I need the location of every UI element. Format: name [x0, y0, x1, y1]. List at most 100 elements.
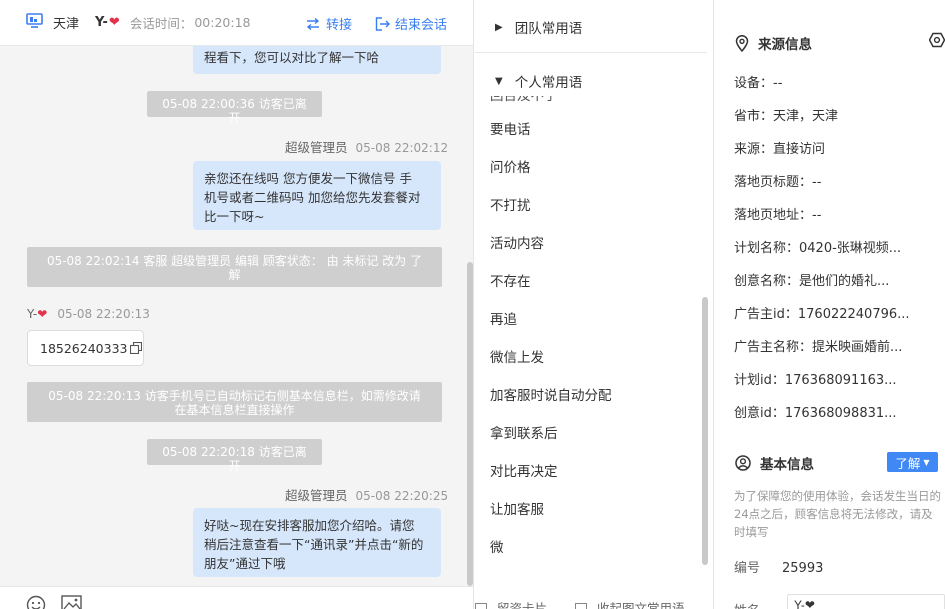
serial-number-row: 编号 25993	[734, 557, 823, 576]
message-text: 程看下，您可以对比了解一下哈	[204, 50, 380, 65]
phrase-item[interactable]: 拿到联系后	[490, 422, 558, 442]
info-row-region: 省市：天津，天津	[734, 105, 838, 124]
field-label: 来源：	[734, 142, 774, 157]
message-text-line: 朋友”通过下哦	[204, 556, 286, 571]
session-time-label: 会话时间：	[129, 16, 193, 31]
notice-line: 解	[228, 268, 241, 282]
field-value: 0420-张琳视频...	[799, 241, 902, 256]
message-meta: Y-❤ 05-08 22:20:13	[27, 307, 150, 321]
team-phrases-group[interactable]: ▶ 团队常用语	[475, 17, 713, 37]
sender-name: 超级管理员	[285, 140, 348, 155]
field-label: 落地页地址：	[734, 208, 813, 223]
phrase-scrollbar[interactable]	[702, 297, 708, 565]
field-value: 提米映画婚前...	[812, 340, 903, 355]
info-row-landing-title: 落地页标题：--	[734, 171, 821, 190]
lead-card-button[interactable]: 留资卡片	[475, 598, 547, 609]
field-value: 天津，天津	[773, 109, 839, 124]
end-session-button[interactable]: 结束会话	[375, 14, 447, 33]
info-pane: 来源信息 设备：-- 省市：天津，天津 来源：直接访问 落地页标题：-- 落地页…	[715, 0, 945, 609]
field-label: 广告主id：	[734, 307, 798, 322]
divider	[475, 52, 707, 53]
emoji-icon[interactable]	[26, 595, 46, 609]
visitor-city: 天津	[53, 17, 80, 32]
info-row-creative-name: 创意名称：是他们的婚礼...	[734, 270, 889, 289]
caret-down-icon: ▼	[923, 457, 930, 467]
source-info-label: 来源信息	[758, 37, 812, 53]
info-row-landing-url: 落地页地址：--	[734, 204, 821, 223]
phone-number: 18526240333	[40, 340, 128, 356]
info-row-device: 设备：--	[734, 72, 782, 91]
caret-right-icon: ▶	[495, 21, 503, 33]
field-label: 省市：	[734, 109, 774, 124]
phrase-item[interactable]: 不打扰	[490, 194, 531, 214]
phrase-item[interactable]: 活动内容	[490, 232, 544, 252]
agent-message-bubble: 好哒~现在安排客服加您介绍哈。请您 稍后注意查看一下“通讯录”并点击“新的 朋友…	[193, 508, 441, 577]
message-meta: 超级管理员 05-08 22:20:25	[285, 485, 448, 504]
field-value: 25993	[782, 561, 824, 576]
field-label: 计划名称：	[734, 241, 800, 256]
sender-name: Y-	[27, 307, 38, 321]
field-value: 176368091163...	[784, 373, 897, 388]
collapse-phrases-button[interactable]: 收起图文常用语	[575, 598, 685, 609]
field-value: --	[812, 175, 822, 190]
name-label: 姓名	[734, 600, 760, 609]
field-label: 设备：	[734, 76, 774, 91]
personal-phrases-group[interactable]: ▼ 个人常用语	[475, 71, 713, 91]
message-text-line: 好哒~现在安排客服加您介绍哈。请您	[204, 518, 415, 533]
basic-info-label: 基本信息	[760, 457, 814, 473]
phrase-item[interactable]: 微	[490, 536, 504, 556]
info-row-plan-id: 计划id：176368091163...	[734, 369, 897, 388]
info-row-source: 来源：直接访问	[734, 138, 825, 157]
heart-icon: ❤	[37, 307, 48, 321]
message-text-line: 稍后注意查看一下“通讯录”并点击“新的	[204, 537, 424, 552]
info-row-plan-name: 计划名称：0420-张琳视频...	[734, 237, 901, 256]
field-value: --	[812, 208, 822, 223]
phrase-item[interactable]: 微信上发	[490, 346, 544, 366]
system-notice: 05-08 22:20:13 访客手机号已自动标记右侧基本信息栏，如需修改请 在…	[27, 382, 442, 422]
message-list[interactable]: 程看下，您可以对比了解一下哈 05-08 22:00:36 访客已离开 超级管理…	[0, 46, 473, 586]
chat-scrollbar[interactable]	[467, 262, 473, 586]
name-input[interactable]	[787, 594, 945, 609]
customer-status-dropdown[interactable]: 了解 ▼	[887, 452, 938, 472]
edit-notice: 为了保障您的使用体验，会话发生当日的24点之后，顾客信息将无法修改，请及时填写	[734, 489, 941, 539]
sender-name: 超级管理员	[285, 488, 348, 503]
info-row-advertiser-name: 广告主名称：提米映画婚前...	[734, 336, 902, 355]
message-time: 05-08 22:02:12	[355, 141, 449, 155]
copy-icon[interactable]	[130, 342, 143, 354]
field-value: 直接访问	[773, 142, 826, 157]
info-row-creative-id: 创意id：176368098831...	[734, 402, 897, 421]
phrase-item[interactable]: 不存在	[490, 270, 531, 290]
phrase-item[interactable]: 对比再决定	[490, 460, 558, 480]
image-icon[interactable]	[61, 595, 82, 609]
phrase-item[interactable]: 再追	[490, 308, 517, 328]
phrase-item[interactable]: 问价格	[490, 156, 531, 176]
phrase-item[interactable]: 让加客服	[490, 498, 544, 518]
phone-number-card[interactable]: 18526240333	[27, 330, 144, 366]
system-notice: 05-08 22:02:14 客服 超级管理员 编辑 顾客状态： 由 未标记 改…	[27, 247, 442, 287]
field-value: 176022240796...	[797, 307, 910, 322]
settings-icon[interactable]	[928, 32, 945, 52]
field-label: 广告主名称：	[734, 340, 813, 355]
phrase-item[interactable]: 回台及不了	[490, 96, 558, 104]
message-meta: 超级管理员 05-08 22:02:12	[285, 137, 448, 156]
transfer-label: 转接	[326, 18, 353, 33]
phrase-pane: ▶ 团队常用语 ▼ 个人常用语 回台及不了 要电话 问价格 不打扰 活动内容 不…	[475, 0, 714, 609]
phrase-item[interactable]: 要电话	[490, 118, 531, 138]
phrase-list[interactable]: 回台及不了 要电话 问价格 不打扰 活动内容 不存在 再追 微信上发 加客服时说…	[475, 96, 713, 586]
transfer-button[interactable]: 转接	[305, 14, 352, 33]
personal-phrases-label: 个人常用语	[514, 75, 583, 91]
chat-pane: 天津 Y- ❤ 会话时间： 00:20:18 转接 结束会话 程看下，您可以对比…	[0, 0, 474, 609]
message-time: 05-08 22:20:25	[355, 489, 449, 503]
phrase-footer: 留资卡片 收起图文常用语	[475, 596, 714, 609]
field-label: 落地页标题：	[734, 175, 813, 190]
agent-message-bubble: 程看下，您可以对比了解一下哈	[193, 46, 441, 74]
agent-message-bubble: 亲您还在线吗 您方便发一下微信号 手 机号或者二维码吗 加您给您先发套餐对 比一…	[193, 161, 441, 230]
collapse-phrases-label: 收起图文常用语	[597, 601, 685, 609]
source-info-title: 来源信息	[735, 33, 812, 53]
field-value: 是他们的婚礼...	[799, 274, 890, 289]
phrase-item[interactable]: 加客服时说自动分配	[490, 384, 612, 404]
message-text-line: 亲您还在线吗 您方便发一下微信号 手	[204, 171, 412, 186]
system-notice: 05-08 22:20:18 访客已离开	[147, 439, 322, 473]
location-pin-icon	[735, 34, 749, 52]
chat-toolbar	[0, 586, 473, 609]
